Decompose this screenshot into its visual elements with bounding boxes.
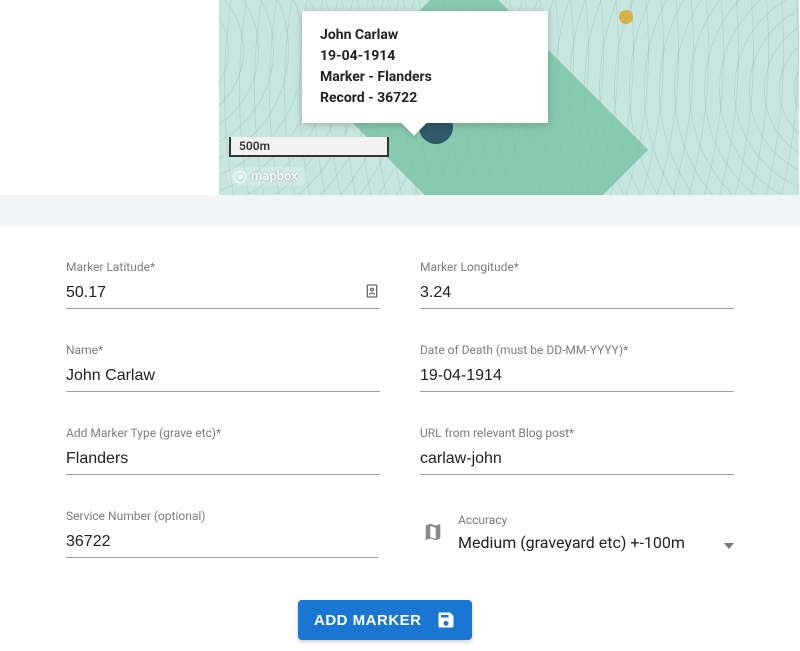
popup-marker: Marker - Flanders — [320, 67, 530, 88]
input-marker-type[interactable] — [66, 446, 380, 475]
label-marker-type: Add Marker Type (grave etc)* — [66, 426, 380, 440]
label-longitude: Marker Longitude* — [420, 260, 734, 274]
marker-form: Marker Latitude* Marker Longitude* Name*… — [66, 260, 734, 592]
popup-name: John Carlaw — [320, 25, 530, 46]
input-latitude[interactable] — [66, 280, 380, 309]
map[interactable]: John Carlaw 19-04-1914 Marker - Flanders… — [219, 0, 799, 195]
label-name: Name* — [66, 343, 380, 357]
input-url[interactable] — [420, 446, 734, 475]
add-marker-button[interactable]: ADD MARKER — [298, 600, 472, 640]
popup-record: Record - 36722 — [320, 88, 530, 109]
field-name: Name* — [66, 343, 380, 392]
map-attribution[interactable]: mapbox — [227, 167, 308, 186]
field-latitude: Marker Latitude* — [66, 260, 380, 309]
map-attribution-text: mapbox — [251, 169, 298, 184]
field-url: URL from relevant Blog post* — [420, 426, 734, 475]
input-name[interactable] — [66, 363, 380, 392]
value-accuracy: Medium (graveyard etc) +-100m — [458, 533, 685, 554]
field-marker-type: Add Marker Type (grave etc)* — [66, 426, 380, 475]
field-date-of-death: Date of Death (must be DD-MM-YYYY)* — [420, 343, 734, 392]
contacts-icon[interactable] — [364, 283, 380, 303]
save-icon — [436, 610, 456, 630]
label-date-of-death: Date of Death (must be DD-MM-YYYY)* — [420, 343, 734, 357]
input-longitude[interactable] — [420, 280, 734, 309]
mapbox-logo-icon — [233, 170, 247, 184]
map-marker-secondary[interactable] — [619, 10, 633, 24]
map-icon — [422, 521, 444, 547]
field-longitude: Marker Longitude* — [420, 260, 734, 309]
label-service-number: Service Number (optional) — [66, 509, 378, 523]
divider-band — [0, 195, 800, 227]
chevron-down-icon — [724, 534, 734, 553]
label-latitude: Marker Latitude* — [66, 260, 380, 274]
map-popup: John Carlaw 19-04-1914 Marker - Flanders… — [302, 11, 548, 123]
input-date-of-death[interactable] — [420, 363, 734, 392]
field-accuracy[interactable]: Accuracy Medium (graveyard etc) +-100m — [418, 509, 734, 558]
popup-date: 19-04-1914 — [320, 46, 530, 67]
label-url: URL from relevant Blog post* — [420, 426, 734, 440]
input-service-number[interactable] — [66, 529, 378, 558]
field-service-number: Service Number (optional) — [66, 509, 378, 558]
label-accuracy: Accuracy — [458, 513, 734, 527]
map-scale-bar: 500m — [229, 137, 389, 157]
add-marker-label: ADD MARKER — [314, 612, 422, 629]
